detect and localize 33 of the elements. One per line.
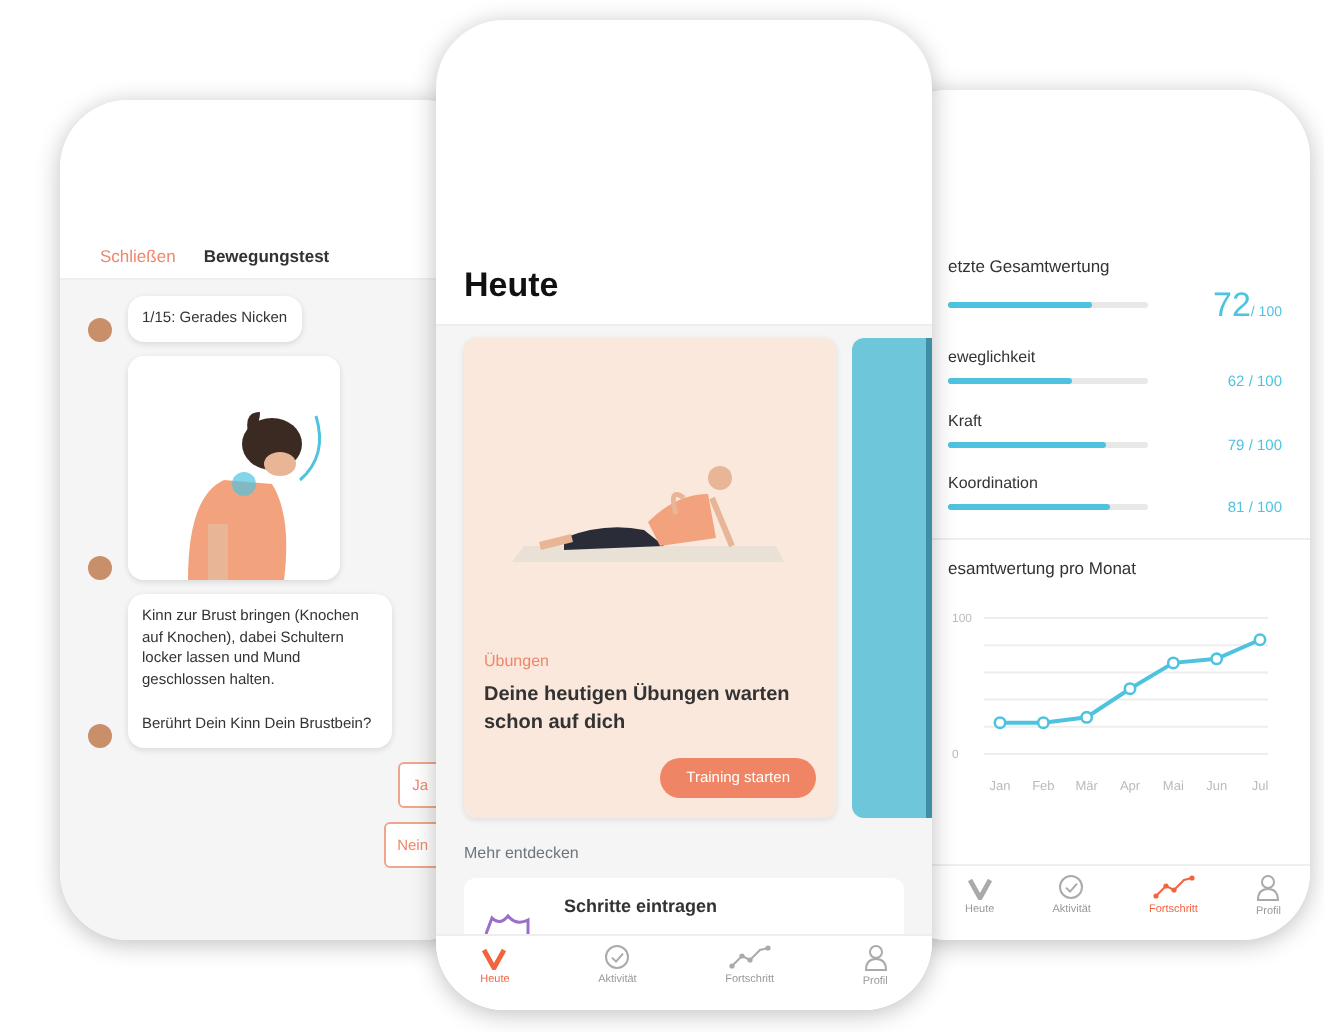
score-value: 72 — [1213, 285, 1251, 324]
check-circle-icon — [604, 943, 631, 970]
avatar-icon — [88, 555, 112, 580]
card-title: Schritte eintragen — [564, 893, 718, 920]
score-label: eweglichkeit — [948, 346, 1038, 371]
person-icon — [863, 943, 888, 972]
data-point — [1253, 632, 1267, 646]
chart-title: esamtwertung pro Monat — [948, 556, 1139, 582]
screen-title: Heute — [464, 264, 561, 308]
screen-title: Bewegungstest — [203, 244, 330, 270]
v-logo-icon — [965, 873, 994, 900]
data-point — [1123, 681, 1137, 695]
data-point — [993, 715, 1007, 729]
section-label: Mehr entdecken — [464, 841, 581, 865]
close-link[interactable]: Schließen — [100, 244, 176, 270]
v-logo-icon — [480, 943, 509, 970]
score-label: Koordination — [948, 471, 1040, 496]
data-point — [1210, 651, 1224, 665]
discover-card[interactable]: Schritte eintragen — [464, 877, 904, 934]
line-chart-icon — [727, 943, 772, 970]
score-label: etzte Gesamtwertung — [948, 254, 1112, 280]
category-label: Übungen — [484, 650, 551, 675]
line-chart-icon — [1151, 873, 1196, 900]
data-point — [1166, 655, 1180, 669]
avatar-icon — [88, 723, 112, 748]
steps-chart-icon — [484, 909, 532, 934]
data-point — [1080, 710, 1094, 724]
data-point — [1036, 715, 1050, 729]
person-icon — [1256, 873, 1281, 902]
score-label: Kraft — [948, 409, 984, 433]
check-circle-icon — [1058, 873, 1085, 900]
card-headline: Deine heutigen Übungen warten schon auf dich — [484, 682, 792, 739]
avatar-icon — [88, 317, 112, 342]
